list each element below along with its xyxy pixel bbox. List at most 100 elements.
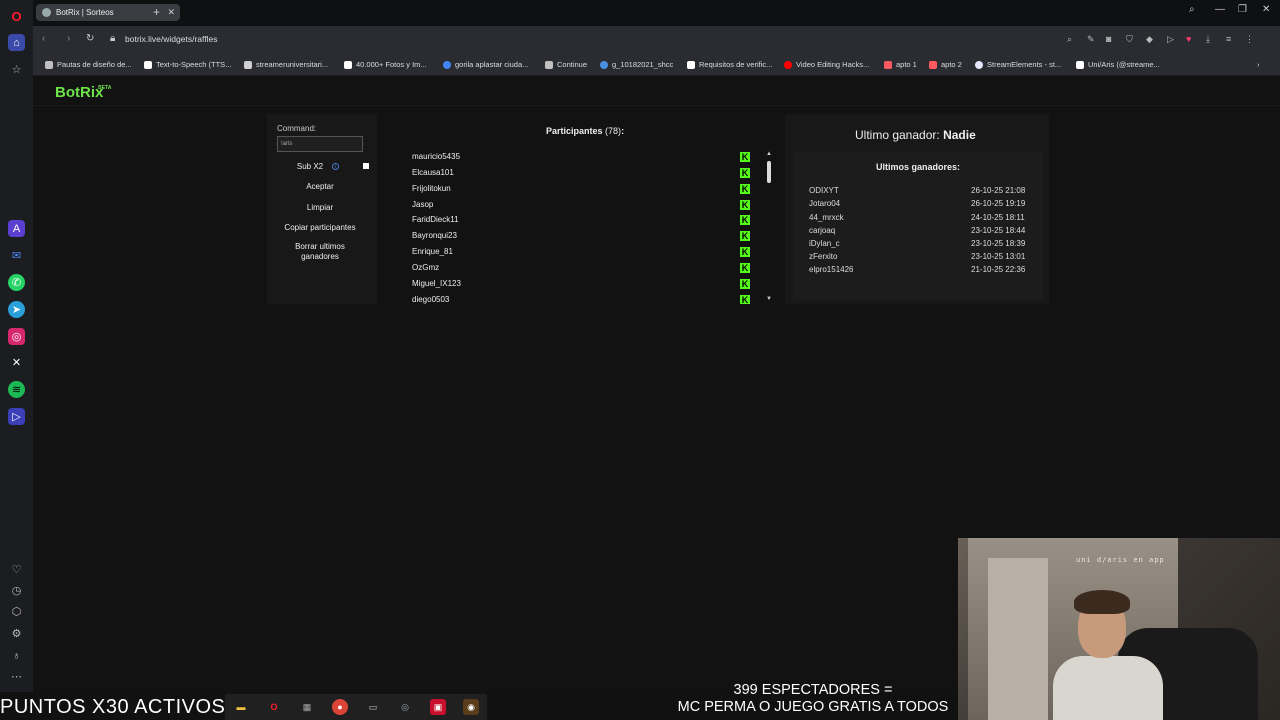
home-icon[interactable]: ⌂ [8, 34, 25, 51]
restore-icon[interactable]: ❐ [1238, 4, 1247, 15]
participant-name: Miguel_IX123 [412, 279, 461, 288]
favorite-icon[interactable]: ♥ [1186, 34, 1191, 44]
viewers-line-2: MC PERMA O JUEGO GRATIS A TODOS [677, 699, 949, 715]
participant-name: Elcausa101 [412, 168, 454, 177]
back-icon[interactable]: ‹ [42, 33, 45, 44]
vpn-icon[interactable]: ◆ [1146, 34, 1153, 45]
winner-date: 26-10-25 21:08 [971, 186, 1026, 195]
camera-icon[interactable]: ◙ [1106, 34, 1111, 44]
scroll-down-icon[interactable]: ▼ [766, 296, 772, 302]
steam-taskbar-icon[interactable]: ◎ [397, 699, 413, 715]
telegram-icon[interactable]: ➤ [8, 301, 25, 318]
extensions-icon[interactable]: ⋮ [1245, 34, 1254, 45]
points-overlay: PUNTOS X30 ACTIVOS [0, 696, 226, 718]
play-icon[interactable]: ▷ [1167, 34, 1174, 45]
winner-name: elpro151426 [809, 265, 854, 274]
recent-winners-box: Ultimos ganadores: ODIXYT 26-10-25 21:08… [793, 152, 1043, 300]
bookmark-item[interactable]: Video Editing Hacks... [784, 60, 869, 69]
instagram-icon[interactable]: ◎ [8, 328, 25, 345]
record-taskbar-icon[interactable]: ▣ [430, 699, 446, 715]
info-icon[interactable]: i [332, 163, 339, 170]
tips-icon[interactable]: ♁ [8, 647, 25, 664]
menu-icon[interactable]: ≡ [1226, 34, 1231, 44]
cube-icon[interactable]: ⬡ [8, 603, 25, 620]
winner-date: 23-10-25 13:01 [971, 252, 1026, 261]
bookmark-item[interactable]: g_10182021_shcc [600, 60, 673, 69]
shield-icon[interactable]: ⛉ [1126, 34, 1133, 45]
winner-name: ODIXYT [809, 186, 839, 195]
heart-icon[interactable]: ♡ [8, 561, 25, 578]
search-tabs-icon[interactable]: ⌕ [1189, 4, 1195, 15]
winner-name: iDylan_c [809, 239, 840, 248]
window-taskbar-icon[interactable]: ▭ [365, 699, 381, 715]
minimize-icon[interactable]: — [1215, 4, 1225, 15]
messenger-icon[interactable]: ✉ [8, 247, 25, 264]
bookmark-item[interactable]: Text-to-Speech (TTS... [144, 60, 231, 69]
file-explorer-icon[interactable]: ▬ [233, 699, 249, 715]
player-icon[interactable]: ▷ [8, 408, 25, 425]
app-taskbar-icon[interactable]: ▦ [299, 699, 315, 715]
download-icon[interactable]: ⤓ [1206, 34, 1210, 45]
winner-name: 44_mrxck [809, 213, 844, 222]
bookmark-item[interactable]: 40.000+ Fotos y Im... [344, 60, 427, 69]
bookmark-item[interactable]: Continue [545, 60, 587, 69]
recent-winners-title: Ultimos ganadores: [875, 162, 960, 172]
cam-door [988, 558, 1048, 720]
bookmark-favicon-icon [244, 60, 252, 69]
limpiar-button[interactable]: Limpiar [277, 200, 363, 214]
participant-name: FaridDieck11 [412, 215, 459, 224]
url-text[interactable]: botrix.live/widgets/raffles [125, 34, 217, 44]
kick-badge-icon: K [740, 231, 750, 241]
bookmark-item[interactable]: streameruniversitari... [244, 60, 328, 69]
command-input[interactable]: !aris [277, 136, 363, 152]
bookmark-favicon-icon [1076, 60, 1084, 69]
last-winner-heading: Ultimo ganador: Nadie [855, 128, 976, 142]
reload-icon[interactable]: ↻ [86, 33, 94, 44]
bookmark-item[interactable]: gorila aplastar ciuda... [443, 60, 528, 69]
whatsapp-icon[interactable]: ✆ [8, 274, 25, 291]
participant-name: mauricio5435 [412, 152, 461, 161]
kick-badge-icon: K [740, 152, 750, 162]
bookmark-item[interactable]: Pautas de diseño de... [45, 60, 132, 69]
history-icon[interactable]: ◷ [8, 582, 25, 599]
tab-favicon-icon [42, 8, 51, 17]
bookmark-item[interactable]: StreamElements - st... [975, 60, 1061, 69]
chrome-taskbar-icon[interactable]: ● [332, 699, 348, 715]
spotify-icon[interactable]: ≋ [8, 381, 25, 398]
brand-logo[interactable]: BotRix BETA [55, 84, 111, 101]
opera-logo-icon[interactable]: O [8, 8, 25, 25]
bookmark-item[interactable]: Requisitos de verific... [687, 60, 772, 69]
kick-badge-icon: K [740, 279, 750, 289]
participant-name: Bayronqui23 [412, 231, 457, 240]
aceptar-button[interactable]: Aceptar [277, 180, 363, 193]
copiar-participantes-button[interactable]: Copiar participantes [277, 221, 363, 234]
bookmark-item[interactable]: apto 2 [929, 60, 962, 69]
x-icon[interactable]: ✕ [8, 354, 25, 371]
bookmark-item[interactable]: Uni/Aris (@streame... [1076, 60, 1160, 69]
cam-caption: uni d/aris en app [1076, 556, 1165, 564]
bookmark-favicon-icon [929, 60, 937, 69]
lock-icon: 🔒︎ [110, 33, 116, 44]
obs-taskbar-icon[interactable]: ◉ [463, 699, 479, 715]
opera-taskbar-icon[interactable]: O [266, 699, 282, 715]
pin-icon[interactable]: ☆ [8, 61, 25, 78]
settings-icon[interactable]: ⚙ [8, 625, 25, 642]
scroll-up-icon[interactable]: ▲ [766, 151, 772, 157]
bookmark-item[interactable]: apto 1 [884, 60, 917, 69]
search-icon[interactable]: ⌕ [1067, 34, 1072, 45]
more-icon[interactable]: ⋯ [8, 668, 25, 685]
close-window-icon[interactable]: ✕ [1262, 4, 1270, 15]
tab-close-icon[interactable]: ✕ [167, 7, 175, 18]
bookmarks-more-icon[interactable]: › [1257, 60, 1260, 69]
participants-list[interactable]: mauricio5435 K Elcausa101 K Frijolitokun… [398, 148, 778, 304]
edit-icon[interactable]: ✎ [1087, 34, 1095, 45]
forward-icon[interactable]: › [67, 33, 70, 44]
aria-icon[interactable]: A [8, 220, 25, 237]
sub-x2-checkbox[interactable] [363, 163, 369, 169]
borrar-ganadores-button[interactable]: Borrar ultimos ganadores [277, 241, 363, 263]
bookmark-favicon-icon [545, 60, 553, 69]
participants-scrollbar[interactable]: ▲ ▼ [766, 151, 772, 302]
scrollbar-thumb[interactable] [767, 161, 771, 183]
new-tab-button[interactable]: + [153, 5, 160, 19]
address-bar: ‹ › ↻ 🔒︎ botrix.live/widgets/raffles ⌕ ✎… [33, 26, 1280, 54]
